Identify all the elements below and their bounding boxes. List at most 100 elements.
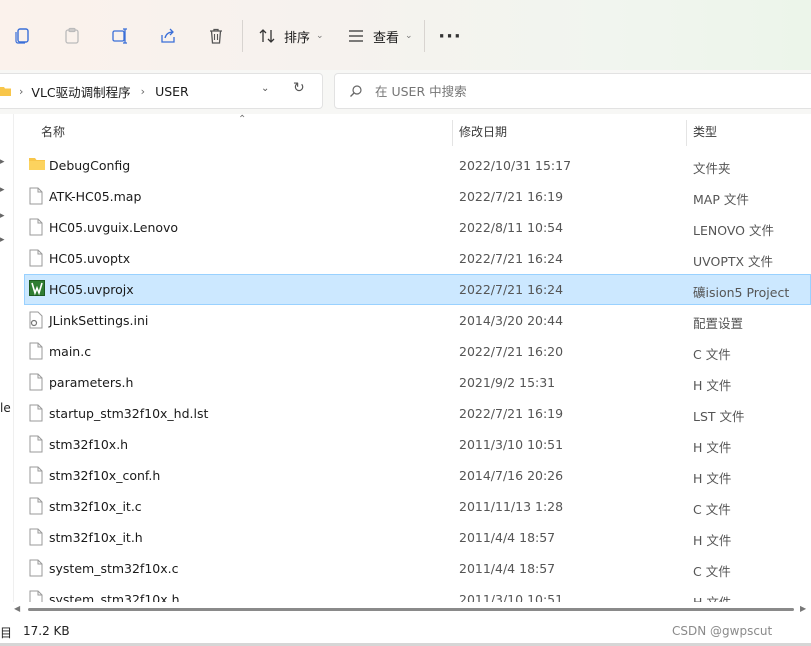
file-type: 文件夹 (693, 161, 731, 176)
file-date: 2022/8/11 10:54 (459, 220, 564, 235)
view-label: 查看 (373, 30, 400, 46)
file-row[interactable]: HC05.uvguix.Lenovo 2022/8/11 10:54 LENOVO … (24, 212, 811, 243)
file-icon (29, 342, 45, 360)
file-date: 2022/7/21 16:19 (459, 189, 564, 204)
file-icon (29, 218, 45, 236)
view-menu-button[interactable]: 查看 ⌄ (347, 19, 413, 53)
file-row[interactable]: HC05.uvprojx 2022/7/21 16:24 礦ision5 Proje… (24, 274, 811, 305)
sort-label: 排序 (284, 30, 311, 46)
rename-icon (112, 28, 127, 44)
file-icon (29, 466, 45, 484)
column-header-type[interactable]: 类型 (693, 123, 717, 143)
status-selected-size: 17.2 KB (23, 624, 70, 638)
file-row[interactable]: stm32f10x_it.c 2011/11/13 1:28 C 文件 (24, 491, 811, 522)
horizontal-scrollbar[interactable]: ◀ ▶ (12, 602, 811, 616)
expand-arrow-icon[interactable]: ▸ (0, 211, 5, 221)
file-date: 2011/4/4 18:57 (459, 530, 556, 545)
file-icon (29, 435, 45, 453)
file-name: main.c (49, 344, 92, 359)
file-type: H 文件 (693, 440, 732, 455)
status-items-fragment: 项目 (0, 626, 13, 640)
file-name: ATK-HC05.map (49, 189, 142, 204)
refresh-icon[interactable]: ↻ (293, 80, 305, 96)
search-input[interactable] (373, 82, 777, 100)
address-row: › VLC驱动调制程序 › USER ⌄ ↻ (0, 70, 811, 114)
file-type: C 文件 (693, 502, 731, 517)
copy-button[interactable] (6, 19, 40, 53)
file-row[interactable]: HC05.uvoptx 2022/7/21 16:24 UVOPTX 文件 (24, 243, 811, 274)
file-icon (29, 559, 45, 577)
copy-icon (15, 28, 29, 44)
file-icon (29, 373, 45, 391)
address-bar[interactable]: › VLC驱动调制程序 › USER ⌄ ↻ (0, 73, 323, 109)
file-name: stm32f10x_conf.h (49, 468, 161, 483)
file-row[interactable]: stm32f10x_it.h 2011/4/4 18:57 H 文件 (24, 522, 811, 553)
file-name: stm32f10x_it.h (49, 530, 143, 545)
search-box[interactable] (334, 73, 811, 109)
chevron-down-icon: ⌄ (405, 31, 413, 41)
file-type: LST 文件 (693, 409, 745, 424)
pane-divider (13, 114, 14, 614)
file-icon (29, 497, 45, 515)
file-name: DebugConfig (49, 158, 131, 173)
file-date: 2022/10/31 15:17 (459, 158, 572, 173)
search-icon (350, 85, 362, 97)
file-row[interactable]: DebugConfig 2022/10/31 15:17 文件夹 (24, 150, 811, 181)
file-type: 配置设置 (693, 316, 744, 331)
file-date: 2022/7/21 16:24 (459, 251, 564, 266)
scrollbar-thumb[interactable] (28, 608, 794, 611)
file-date: 2014/7/16 20:26 (459, 468, 564, 483)
expand-arrow-icon[interactable]: ▸ (0, 235, 5, 245)
column-divider[interactable] (686, 120, 687, 146)
delete-button[interactable] (199, 19, 233, 53)
file-row[interactable]: startup_stm32f10x_hd.lst 2022/7/21 16:19 L… (24, 398, 811, 429)
file-row[interactable]: stm32f10x.h 2011/3/10 10:51 H 文件 (24, 429, 811, 460)
file-name: stm32f10x.h (49, 437, 129, 452)
sort-ascending-icon: ⌃ (238, 114, 247, 125)
file-icon (29, 528, 45, 546)
paste-icon (65, 27, 79, 44)
file-date: 2021/9/2 15:31 (459, 375, 556, 390)
navigation-pane: ▸ ▸ ▸ ▸ le (0, 114, 12, 614)
file-type: C 文件 (693, 347, 731, 362)
expand-arrow-icon[interactable]: ▸ (0, 185, 5, 195)
toolbar-divider (424, 20, 425, 52)
view-icon (349, 30, 363, 42)
toolbar-divider (242, 20, 243, 52)
file-date: 2014/3/20 20:44 (459, 313, 564, 328)
scroll-left-icon[interactable]: ◀ (14, 604, 20, 613)
breadcrumb-item[interactable]: VLC驱动调制程序 (31, 82, 130, 101)
paste-button[interactable] (55, 19, 89, 53)
share-button[interactable] (151, 19, 185, 53)
address-history-dropdown[interactable]: ⌄ (261, 83, 269, 94)
keil-project-icon (29, 280, 45, 298)
file-name: stm32f10x_it.c (49, 499, 142, 514)
trash-icon (210, 28, 222, 44)
file-name: system_stm32f10x.c (49, 561, 179, 576)
scroll-right-icon[interactable]: ▶ (800, 604, 806, 613)
column-header-name[interactable]: 名称 (41, 123, 65, 143)
sort-menu-button[interactable]: 排序 ⌄ (258, 19, 324, 53)
settings-file-icon (29, 311, 45, 329)
expand-arrow-icon[interactable]: ▸ (0, 157, 5, 167)
file-type: C 文件 (693, 564, 731, 579)
nav-item-partial[interactable]: le (0, 401, 11, 415)
file-row[interactable]: main.c 2022/7/21 16:20 C 文件 (24, 336, 811, 367)
folder-icon (29, 156, 45, 174)
column-divider[interactable] (452, 120, 453, 146)
more-options-button[interactable]: ··· (434, 19, 466, 53)
chevron-down-icon: ⌄ (316, 31, 324, 41)
file-type: MAP 文件 (693, 192, 749, 207)
file-row[interactable]: system_stm32f10x.c 2011/4/4 18:57 C 文件 (24, 553, 811, 584)
file-row[interactable]: JLinkSettings.ini 2014/3/20 20:44 配置设置 (24, 305, 811, 336)
file-name: startup_stm32f10x_hd.lst (49, 406, 209, 421)
column-header-date[interactable]: 修改日期 (459, 123, 507, 143)
file-type: H 文件 (693, 378, 732, 393)
status-bar: 项目 17.2 KB CSDN @gwpscut (0, 616, 811, 646)
file-row[interactable]: ATK-HC05.map 2022/7/21 16:19 MAP 文件 (24, 181, 811, 212)
rename-button[interactable] (103, 19, 137, 53)
file-row[interactable]: parameters.h 2021/9/2 15:31 H 文件 (24, 367, 811, 398)
file-type: H 文件 (693, 471, 732, 486)
breadcrumb-item[interactable]: USER (155, 84, 189, 99)
file-row[interactable]: stm32f10x_conf.h 2014/7/16 20:26 H 文件 (24, 460, 811, 491)
